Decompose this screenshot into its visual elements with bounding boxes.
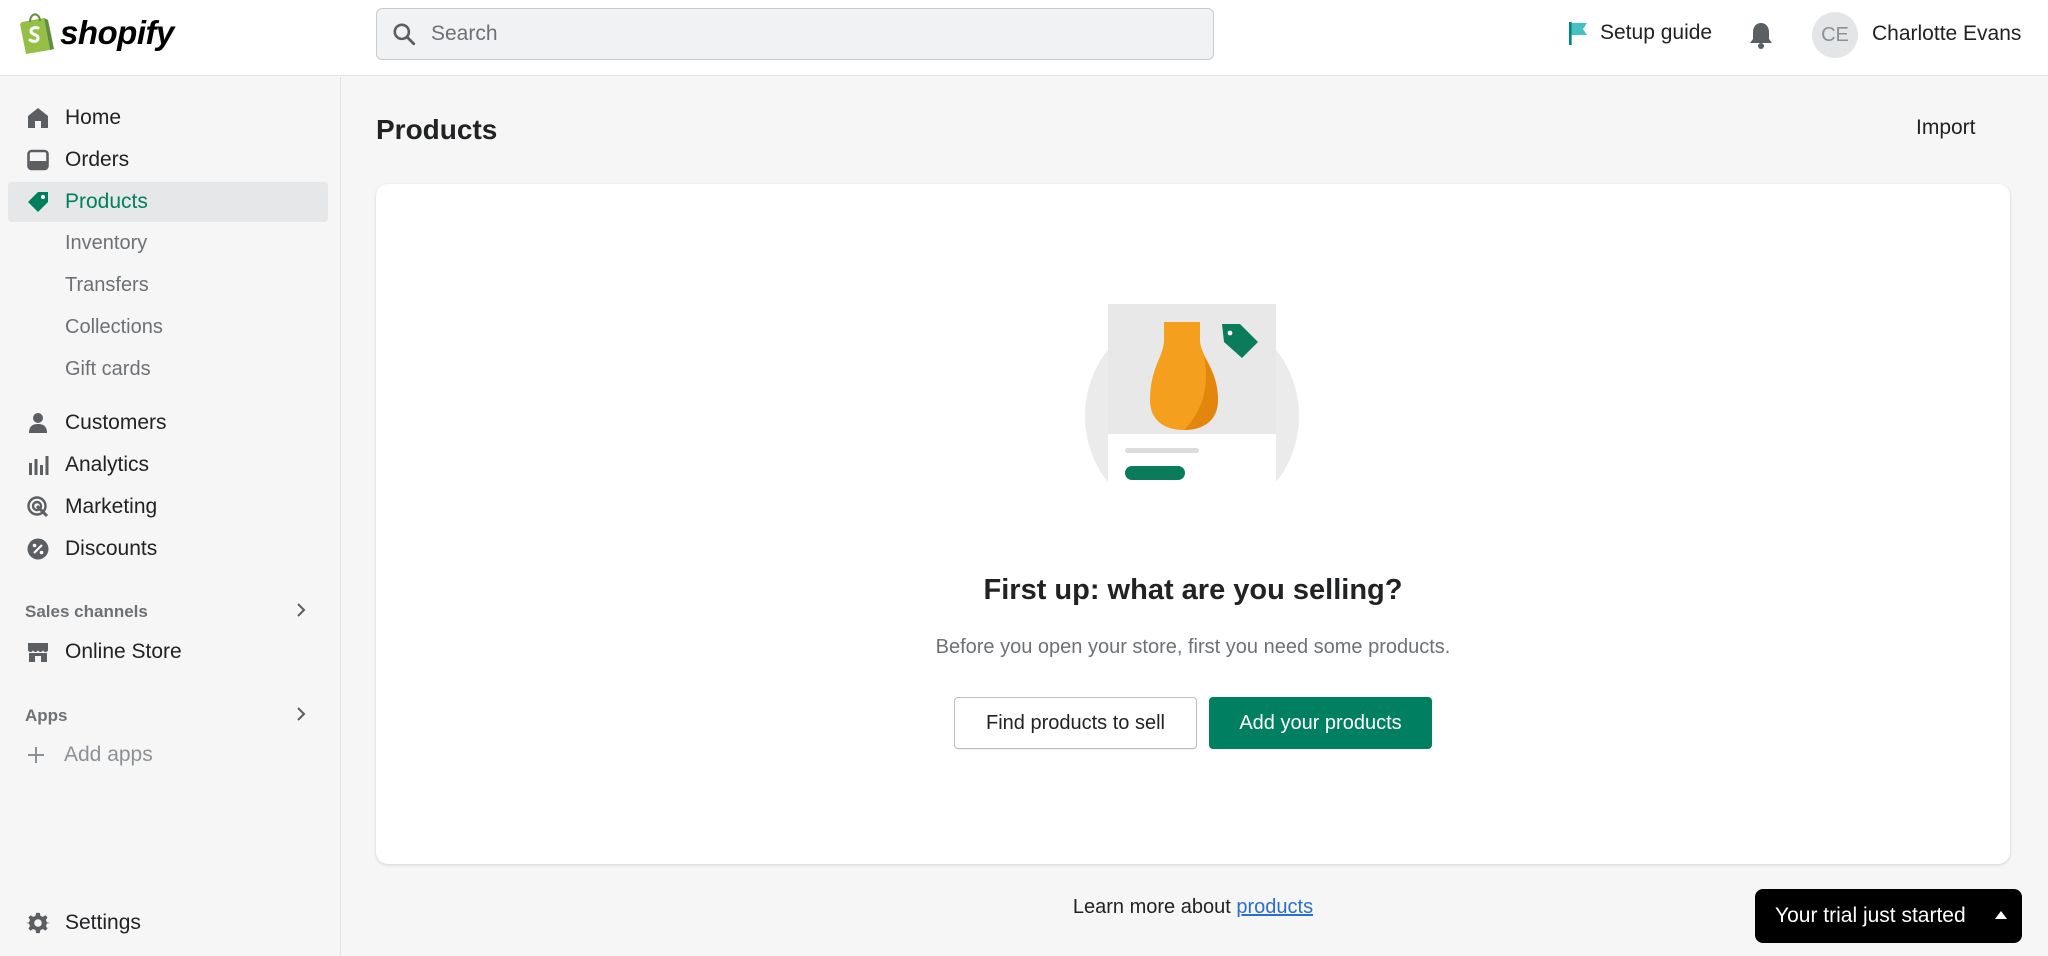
inbox-icon [26, 148, 50, 172]
sidebar-item-label: Customers [65, 411, 167, 434]
discount-icon [26, 537, 50, 561]
caret-up-icon [1995, 911, 2007, 919]
target-icon [26, 495, 50, 519]
bell-icon[interactable] [1748, 20, 1774, 50]
import-button[interactable]: Import [1916, 116, 1976, 140]
sidebar-item-home[interactable]: Home [8, 98, 328, 138]
sidebar-item-settings[interactable]: Settings [8, 903, 328, 943]
sidebar-item-label: Settings [65, 911, 141, 934]
sidebar-subitem-transfers[interactable]: Transfers [65, 274, 149, 297]
sidebar-item-customers[interactable]: Customers [8, 403, 328, 443]
sidebar-item-marketing[interactable]: Marketing [8, 487, 328, 527]
page-title: Products [376, 114, 498, 145]
search-input[interactable] [431, 22, 1191, 46]
add-apps-label: Add apps [64, 743, 153, 766]
chevron-right-icon[interactable] [294, 705, 308, 723]
setup-guide-button[interactable]: Setup guide [1566, 20, 1712, 46]
sidebar-item-label: Online Store [65, 640, 182, 663]
sidebar: Home Orders Products Inventory Transfers… [0, 77, 341, 956]
sidebar-item-label: Home [65, 106, 122, 129]
setup-guide-label: Setup guide [1600, 21, 1713, 44]
add-products-button[interactable]: Add your products [1209, 697, 1432, 749]
sidebar-item-label: Discounts [65, 537, 158, 560]
plus-icon [28, 747, 44, 763]
sidebar-item-online-store[interactable]: Online Store [8, 632, 328, 672]
products-help-link[interactable]: products [1236, 896, 1313, 918]
sidebar-item-label: Analytics [65, 453, 150, 476]
bar-chart-icon [26, 453, 50, 477]
gear-icon [26, 911, 50, 935]
empty-state-description: Before you open your store, first you ne… [935, 636, 1451, 658]
shopify-logo[interactable]: shopify [18, 12, 174, 54]
apps-heading: Apps [25, 706, 68, 725]
user-name[interactable]: Charlotte Evans [1872, 22, 2021, 46]
shopify-wordmark: shopify [60, 14, 174, 51]
sales-channels-heading: Sales channels [25, 602, 148, 621]
shopify-bag-icon [20, 13, 54, 54]
flag-icon [1569, 22, 1587, 45]
search-icon [393, 23, 416, 46]
find-products-button[interactable]: Find products to sell [954, 697, 1197, 749]
person-icon [26, 411, 50, 435]
sidebar-item-products[interactable]: Products [8, 182, 328, 222]
home-icon [26, 106, 50, 130]
sidebar-item-orders[interactable]: Orders [8, 140, 328, 180]
sidebar-item-label: Products [65, 190, 148, 213]
avatar[interactable]: CE [1812, 12, 1858, 58]
sidebar-subitem-collections[interactable]: Collections [65, 316, 163, 339]
sidebar-subitem-gift-cards[interactable]: Gift cards [65, 358, 151, 381]
store-icon [26, 640, 50, 664]
learn-more-prefix: Learn more about [1072, 896, 1231, 918]
sidebar-item-label: Marketing [65, 495, 158, 518]
sidebar-item-discounts[interactable]: Discounts [8, 529, 328, 569]
tag-icon [26, 190, 50, 214]
top-bar: shopify Setup guide CE Charlotte Evans [0, 0, 2048, 76]
sidebar-item-analytics[interactable]: Analytics [8, 445, 328, 485]
chevron-right-icon[interactable] [294, 601, 308, 619]
trial-banner-label: Your trial just started [1775, 904, 1966, 927]
empty-state-heading: First up: what are you selling? [983, 574, 1403, 606]
sidebar-item-label: Orders [65, 148, 130, 171]
product-illustration [1080, 304, 1300, 526]
trial-banner[interactable]: Your trial just started [1755, 889, 2022, 943]
search-bar[interactable] [376, 8, 1214, 60]
sidebar-subitem-inventory[interactable]: Inventory [65, 232, 147, 255]
add-apps-button[interactable]: Add apps [26, 743, 153, 767]
